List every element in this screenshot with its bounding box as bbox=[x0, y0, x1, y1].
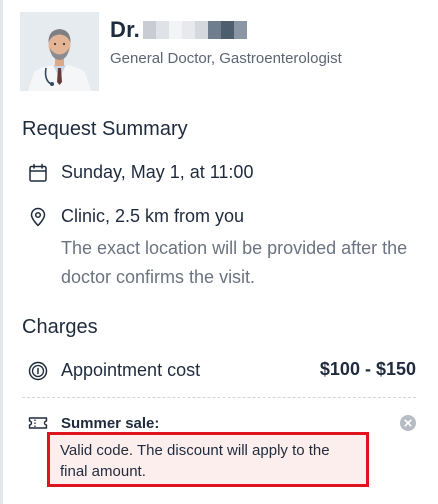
charges-title: Charges bbox=[22, 316, 98, 338]
ticket-icon bbox=[28, 413, 48, 433]
promo-code-row: Summer sale: bbox=[28, 413, 159, 433]
doctor-name: Dr. bbox=[110, 17, 140, 42]
location-note: The exact location will be provided afte… bbox=[61, 238, 408, 287]
doctor-header: Dr. General Doctor, Gastroenterologist bbox=[20, 12, 342, 91]
appointment-price: $100 - $150 bbox=[319, 359, 416, 379]
appointment-location-row: Clinic, 2.5 km from you bbox=[28, 206, 244, 227]
name-redaction-mosaic bbox=[142, 21, 247, 39]
doctor-name-row: Dr. bbox=[110, 14, 342, 46]
promo-validation-message: Valid code. The discount will apply to t… bbox=[47, 432, 369, 487]
coin-icon bbox=[28, 361, 48, 381]
remove-promo-button[interactable] bbox=[400, 415, 416, 431]
calendar-icon bbox=[28, 163, 48, 183]
doctor-avatar bbox=[20, 12, 99, 91]
appointment-datetime-row: Sunday, May 1, at 11:00 bbox=[28, 162, 253, 183]
appointment-datetime: Sunday, May 1, at 11:00 bbox=[61, 162, 254, 182]
charges-divider bbox=[22, 397, 416, 398]
appointment-cost-label: Appointment cost bbox=[61, 360, 201, 380]
left-border bbox=[0, 0, 3, 504]
location-pin-icon bbox=[28, 207, 48, 227]
promo-code-label: Summer sale: bbox=[61, 414, 160, 432]
doctor-specialty: General Doctor, Gastroenterologist bbox=[110, 50, 342, 67]
appointment-cost-row: Appointment cost bbox=[28, 360, 200, 381]
doctor-info: Dr. General Doctor, Gastroenterologist bbox=[110, 14, 342, 67]
request-summary-title: Request Summary bbox=[22, 118, 188, 140]
appointment-location: Clinic, 2.5 km from you bbox=[61, 206, 245, 226]
close-circle-icon bbox=[404, 419, 412, 427]
